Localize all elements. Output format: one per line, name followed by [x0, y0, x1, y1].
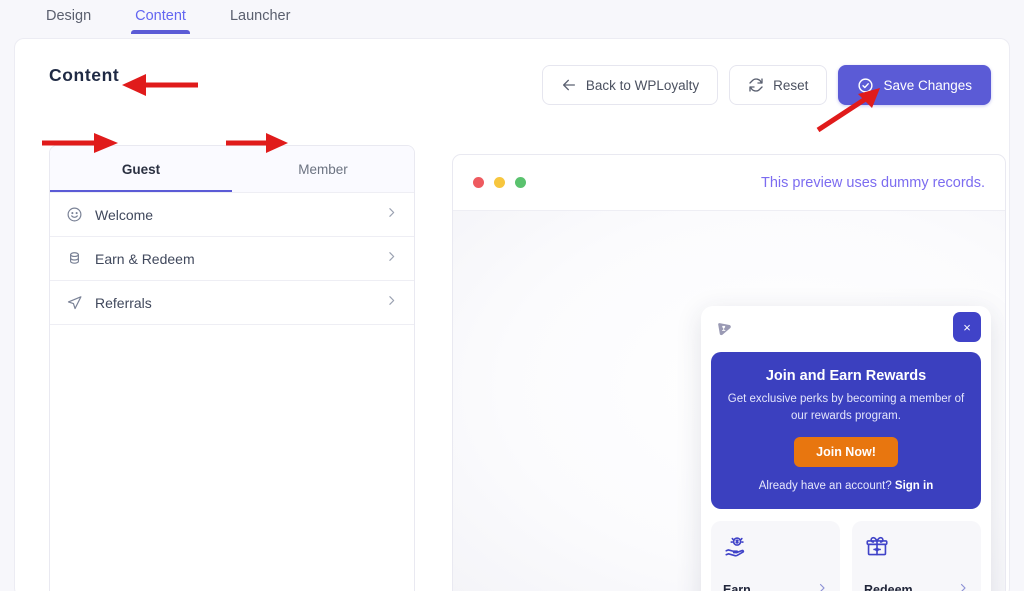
back-button-label: Back to WPLoyalty: [586, 78, 699, 93]
tab-design[interactable]: Design: [24, 0, 113, 34]
tab-content[interactable]: Content: [113, 0, 208, 34]
tab-guest[interactable]: Guest: [50, 146, 232, 192]
close-dot: [473, 177, 484, 188]
audience-tabs: Guest Member: [50, 146, 414, 192]
smiley-icon: [66, 206, 83, 223]
list-item-earn-and-redeem-label: Earn & Redeem: [95, 251, 373, 267]
join-now-button[interactable]: Join Now!: [794, 437, 898, 467]
chevron-right-icon: [385, 294, 398, 312]
tile-redeem-label: Redeem: [864, 583, 913, 591]
preview-stage: × Join and Earn Rewards Get exclusive pe…: [453, 211, 1005, 591]
coin-stack-icon: [66, 250, 83, 267]
loyalty-widget: × Join and Earn Rewards Get exclusive pe…: [701, 306, 991, 591]
save-button-label: Save Changes: [883, 78, 972, 93]
content-card: Content Back to WPLoyalty: [14, 38, 1010, 591]
widget-tiles: Earn: [701, 509, 991, 591]
paper-plane-icon: [66, 294, 83, 311]
list-item-referrals-label: Referrals: [95, 295, 373, 311]
list-item-referrals[interactable]: Referrals: [50, 280, 414, 324]
check-circle-icon: [857, 77, 874, 94]
banner-subtitle: Get exclusive perks by becoming a member…: [727, 391, 965, 424]
tab-member-label: Member: [298, 162, 348, 177]
arrow-left-icon: [561, 77, 577, 93]
tab-member[interactable]: Member: [232, 146, 414, 192]
tile-earn-footer: Earn: [723, 581, 828, 591]
tile-redeem-footer: Redeem: [864, 581, 969, 591]
loyalty-badge-icon: [715, 320, 734, 339]
maximize-dot: [515, 177, 526, 188]
widget-close-button[interactable]: ×: [953, 312, 981, 342]
app-root: Design Content Launcher Content Bac: [0, 0, 1024, 591]
tab-design-label: Design: [46, 8, 91, 24]
hand-coin-icon: [723, 532, 828, 562]
gift-icon: [864, 532, 969, 562]
list-item-welcome-label: Welcome: [95, 207, 373, 223]
tab-launcher[interactable]: Launcher: [208, 0, 312, 34]
back-to-wployalty-button[interactable]: Back to WPLoyalty: [542, 65, 718, 105]
join-banner: Join and Earn Rewards Get exclusive perk…: [711, 352, 981, 509]
preview-browser-bar: This preview uses dummy records.: [453, 155, 1005, 211]
page-title: Content: [49, 65, 119, 86]
list-item-welcome[interactable]: Welcome: [50, 192, 414, 236]
save-changes-button[interactable]: Save Changes: [838, 65, 991, 105]
tab-content-label: Content: [135, 8, 186, 24]
sign-in-link[interactable]: Sign in: [895, 480, 933, 492]
tile-redeem[interactable]: Redeem: [852, 521, 981, 591]
chevron-right-icon: [816, 581, 828, 591]
content-sections-panel: Guest Member Welcome: [49, 145, 415, 591]
preview-dummy-records-note: This preview uses dummy records.: [761, 175, 985, 191]
sections-empty-area: [50, 324, 414, 591]
minimize-dot: [494, 177, 505, 188]
widget-header: ×: [701, 306, 991, 352]
tab-launcher-label: Launcher: [230, 8, 290, 24]
tile-earn-label: Earn: [723, 583, 751, 591]
list-item-earn-and-redeem[interactable]: Earn & Redeem: [50, 236, 414, 280]
banner-title: Join and Earn Rewards: [727, 368, 965, 384]
chevron-right-icon: [957, 581, 969, 591]
top-navigation: Design Content Launcher: [0, 0, 1024, 38]
header-actions: Back to WPLoyalty Reset: [542, 65, 991, 105]
reset-button-label: Reset: [773, 78, 808, 93]
reset-button[interactable]: Reset: [729, 65, 827, 105]
chevron-right-icon: [385, 206, 398, 224]
traffic-light-dots: [473, 177, 526, 188]
tile-earn[interactable]: Earn: [711, 521, 840, 591]
signin-prefix: Already have an account?: [759, 480, 892, 492]
preview-panel: This preview uses dummy records.: [452, 154, 1006, 591]
signin-row: Already have an account? Sign in: [727, 480, 965, 492]
tab-guest-label: Guest: [122, 162, 160, 177]
chevron-right-icon: [385, 250, 398, 268]
card-header: Content Back to WPLoyalty: [15, 39, 1011, 111]
refresh-icon: [748, 77, 764, 93]
